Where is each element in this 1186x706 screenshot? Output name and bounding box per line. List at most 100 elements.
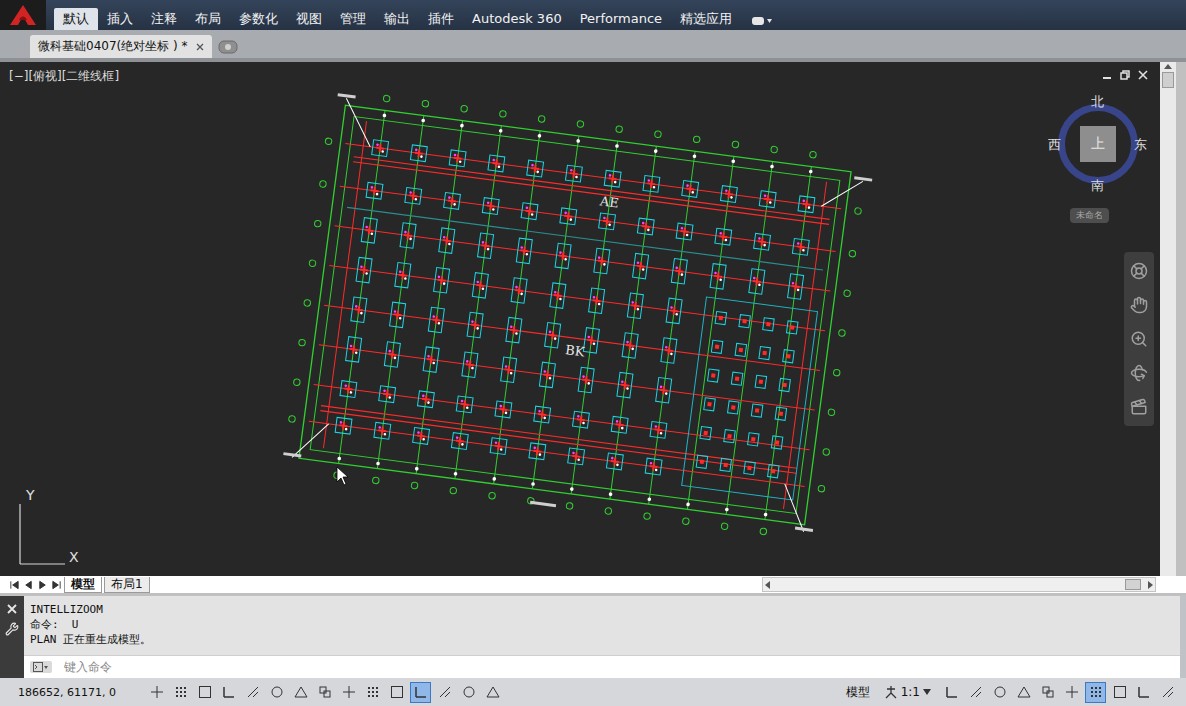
status-tool[interactable] [1157, 682, 1178, 703]
status-toggle[interactable] [290, 682, 311, 703]
mouse-cursor-icon [336, 466, 350, 486]
dropdown-arrow-icon [923, 689, 931, 695]
recent-commands-button[interactable] [30, 661, 52, 673]
status-tool[interactable] [1037, 682, 1058, 703]
status-tool[interactable] [1133, 682, 1154, 703]
ribbon-tab[interactable]: 布局 [186, 8, 230, 30]
status-toggle[interactable] [410, 682, 431, 703]
ucs-y-label: Y [25, 487, 35, 503]
application-menu[interactable] [0, 0, 46, 30]
ucs-x-label: X [69, 549, 79, 565]
zoom-button[interactable] [1130, 330, 1148, 348]
status-tool[interactable] [989, 682, 1010, 703]
viewcube-face[interactable]: 上 [1080, 126, 1116, 162]
status-tool[interactable] [941, 682, 962, 703]
ribbon-tab[interactable]: 管理 [331, 8, 375, 30]
scroll-left-icon[interactable] [765, 581, 771, 589]
status-toggle[interactable] [170, 682, 191, 703]
new-tab-button[interactable] [218, 40, 238, 54]
compass-west[interactable]: 西 [1048, 138, 1061, 152]
layout-nav-button[interactable] [22, 579, 34, 591]
minimize-icon[interactable] [1102, 70, 1112, 80]
navigation-bar [1124, 252, 1154, 426]
command-history: INTELLIZOOM命令: UPLAN 正在重生成模型。 [24, 596, 1180, 655]
status-toggle[interactable] [194, 682, 215, 703]
ribbon-more-button[interactable] [741, 16, 783, 30]
status-toggle[interactable] [146, 682, 167, 703]
layout-tabs-bar: 模型布局1 [0, 576, 1186, 593]
status-tool[interactable] [1109, 682, 1130, 703]
status-toggle[interactable] [482, 682, 503, 703]
annotation-scale[interactable]: 1:1 [878, 685, 937, 699]
status-tools [941, 682, 1178, 703]
layout-tab[interactable]: 布局1 [104, 577, 150, 593]
command-side-bar [0, 596, 24, 678]
status-toggle[interactable] [458, 682, 479, 703]
status-toggle[interactable] [266, 682, 287, 703]
prompt-icon [33, 662, 49, 672]
ribbon-tab[interactable]: 默认 [54, 8, 98, 30]
status-toggle[interactable] [362, 682, 383, 703]
layout-nav-button[interactable] [8, 579, 20, 591]
status-toggle[interactable] [242, 682, 263, 703]
ribbon-tab[interactable]: 输出 [375, 8, 419, 30]
viewcube[interactable]: 上 北南 东 西未命名 [1050, 96, 1146, 226]
layout-tab[interactable]: 模型 [64, 577, 102, 593]
ribbon-tab[interactable]: 视图 [287, 8, 331, 30]
status-toggle[interactable] [218, 682, 239, 703]
model-viewport[interactable]: AEBK[−][俯视][二维线框] 上 北南 东 西未命名 Y X [0, 62, 1160, 576]
ribbon-tab[interactable]: 精选应用 [671, 8, 741, 30]
command-line [24, 655, 1180, 678]
ribbon-tab[interactable]: Performance [571, 8, 671, 30]
scroll-up-icon[interactable] [1163, 62, 1173, 70]
model-space-button[interactable]: 模型 [842, 684, 874, 701]
showmotion-icon [1130, 398, 1148, 416]
status-toggle[interactable] [434, 682, 455, 703]
pan-button[interactable] [1130, 296, 1148, 314]
scroll-right-icon[interactable] [1147, 581, 1153, 589]
compass-east[interactable]: 东 [1134, 138, 1147, 152]
status-toggle[interactable] [386, 682, 407, 703]
new-drawing-icon [218, 40, 238, 54]
horizontal-scrollbar[interactable] [762, 577, 1156, 592]
layout-nav-button[interactable] [36, 579, 48, 591]
compass-south[interactable]: 南 [1091, 179, 1104, 193]
viewport-controls-label[interactable]: [−][俯视][二维线框] [9, 68, 119, 85]
orbit-icon [1130, 364, 1148, 382]
ribbon-tab[interactable]: 插入 [98, 8, 142, 30]
status-tool[interactable] [965, 682, 986, 703]
autocad-logo-icon[interactable] [8, 3, 38, 27]
customize-wrench-icon[interactable] [5, 622, 19, 636]
layout-nav-button[interactable] [50, 579, 62, 591]
drawing-label: BK [564, 342, 585, 359]
scroll-thumb[interactable] [1162, 72, 1174, 88]
vertical-scrollbar[interactable] [1160, 62, 1176, 576]
close-icon[interactable] [7, 604, 17, 614]
autocad-window: 默认插入注释布局参数化视图管理输出插件Autodesk 360Performan… [0, 0, 1186, 706]
status-tool[interactable] [1085, 682, 1106, 703]
viewport-window-controls [1102, 70, 1148, 80]
document-tab[interactable]: 微科基础0407(绝对坐标 ) * [30, 35, 212, 58]
floor-plan-drawing[interactable]: AEBK [0, 62, 1160, 576]
status-tool[interactable] [1013, 682, 1034, 703]
steering-wheel-button[interactable] [1130, 262, 1148, 280]
command-input[interactable] [62, 659, 1180, 675]
showmotion-button[interactable] [1130, 398, 1148, 416]
status-right-group: 模型 1:1 [842, 682, 1186, 703]
status-toggle[interactable] [314, 682, 335, 703]
ribbon-tab[interactable]: 注释 [142, 8, 186, 30]
orbit-button[interactable] [1130, 364, 1148, 382]
ucs-menu[interactable]: 未命名 [1070, 208, 1109, 223]
ribbon-tab[interactable]: 参数化 [230, 8, 287, 30]
scroll-thumb[interactable] [1125, 579, 1141, 590]
status-toggle[interactable] [338, 682, 359, 703]
close-icon[interactable] [1138, 70, 1148, 80]
close-icon[interactable] [196, 43, 204, 51]
arrow-icon [37, 579, 48, 591]
restore-icon[interactable] [1120, 70, 1130, 80]
ribbon-tab[interactable]: Autodesk 360 [463, 8, 571, 30]
ribbon-bar: 默认插入注释布局参数化视图管理输出插件Autodesk 360Performan… [0, 0, 1186, 30]
compass-north[interactable]: 北 [1091, 95, 1104, 109]
ribbon-tab[interactable]: 插件 [419, 8, 463, 30]
status-tool[interactable] [1061, 682, 1082, 703]
